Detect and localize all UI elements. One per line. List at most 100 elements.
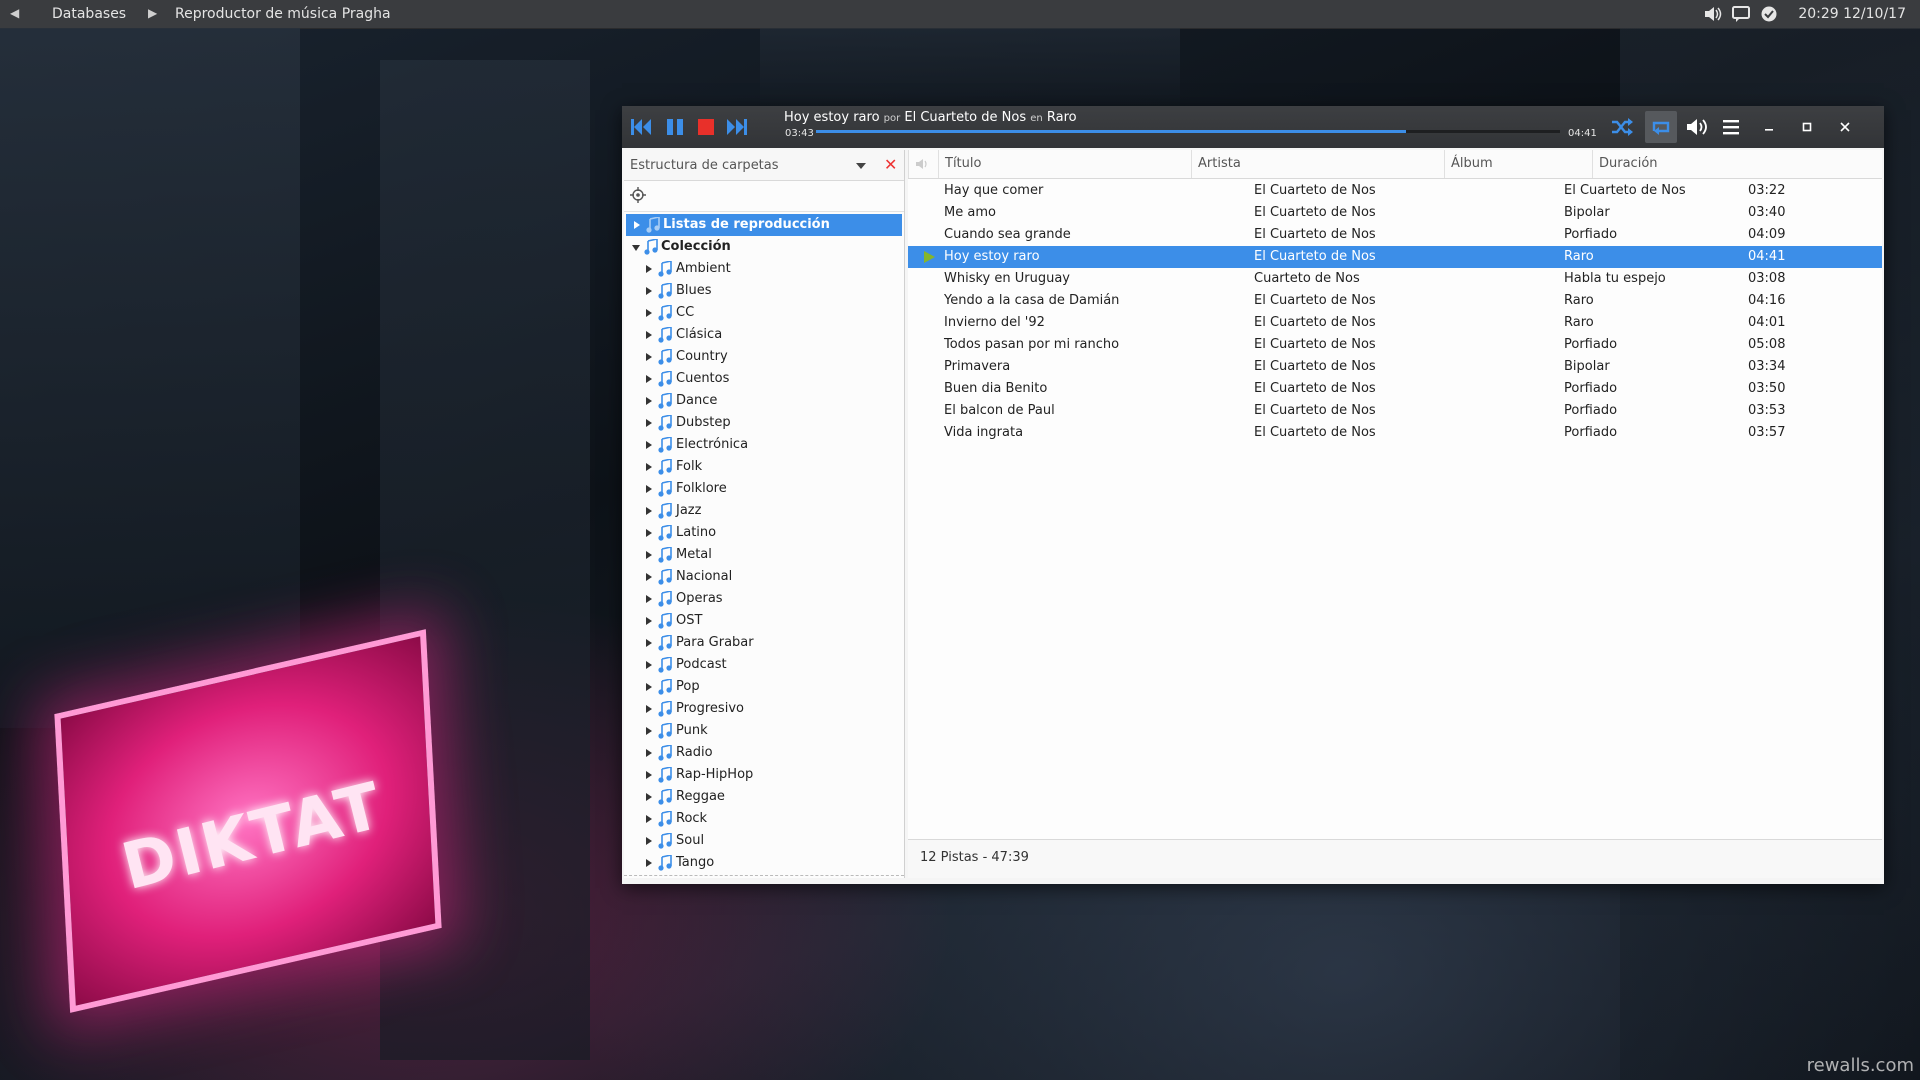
maximize-button[interactable] [1794, 115, 1820, 139]
table-row[interactable]: Vida ingrata El Cuarteto de Nos Porfiado 03… [908, 422, 1882, 444]
table-row[interactable]: Buen dia Benito El Cuarteto de Nos Porfiad… [908, 378, 1882, 400]
view-selector[interactable]: Estructura de carpetas [630, 158, 779, 173]
expand-arrow-icon[interactable] [646, 331, 652, 339]
expand-arrow-icon[interactable] [646, 353, 652, 361]
tree-item-folder[interactable]: Clásica [624, 324, 904, 346]
tree-item-folder[interactable]: Jazz [624, 500, 904, 522]
tree-item-folder[interactable]: Dubstep [624, 412, 904, 434]
tree-item-collection[interactable]: Colección [624, 236, 904, 258]
expand-arrow-icon[interactable] [646, 661, 652, 669]
tree-item-folder[interactable]: Tango [624, 852, 904, 874]
expand-arrow-icon[interactable] [646, 551, 652, 559]
tree-item-folder[interactable]: Rap-HipHop [624, 764, 904, 786]
table-row[interactable]: Invierno del '92 El Cuarteto de Nos Raro 04… [908, 312, 1882, 334]
tree-item-folder[interactable]: CC [624, 302, 904, 324]
table-row[interactable]: Primavera El Cuarteto de Nos Bipolar 03:34 [908, 356, 1882, 378]
expand-arrow-icon[interactable] [646, 375, 652, 383]
volume-button[interactable] [1684, 115, 1710, 139]
tree-item-folder[interactable]: Dance [624, 390, 904, 412]
table-row[interactable]: El balcon de Paul El Cuarteto de Nos Porfi… [908, 400, 1882, 422]
stop-button[interactable] [693, 115, 719, 139]
expand-arrow-icon[interactable] [646, 859, 652, 867]
tree-item-folder[interactable]: Rock [624, 808, 904, 830]
panel-back-arrow-icon[interactable]: ◀ [10, 6, 19, 20]
tree-item-folder[interactable]: Country [624, 346, 904, 368]
next-button[interactable] [724, 115, 750, 139]
expand-arrow-icon[interactable] [646, 265, 652, 273]
expand-arrow-icon[interactable] [646, 595, 652, 603]
active-window-title[interactable]: Reproductor de música Pragha [175, 6, 391, 22]
tree-item-folder[interactable]: Para Grabar [624, 632, 904, 654]
expand-arrow-icon[interactable] [646, 727, 652, 735]
locate-icon[interactable] [630, 187, 646, 207]
close-sidebar-icon[interactable]: ✕ [884, 155, 897, 174]
column-title[interactable]: Título [938, 150, 1191, 178]
expand-arrow-icon[interactable] [646, 463, 652, 471]
expand-arrow-icon[interactable] [646, 287, 652, 295]
tree-item-folder[interactable]: Cuentos [624, 368, 904, 390]
shuffle-button[interactable] [1609, 115, 1635, 139]
chevron-down-icon[interactable] [856, 159, 866, 174]
tree-item-folder[interactable]: Folklore [624, 478, 904, 500]
repeat-toggle[interactable] [1648, 115, 1674, 139]
progress-bar[interactable] [816, 130, 1560, 133]
table-row[interactable]: Whisky en Uruguay Cuarteto de Nos Habla tu… [908, 268, 1882, 290]
tray-check-icon[interactable] [1760, 5, 1778, 23]
prev-button[interactable] [628, 115, 654, 139]
tree-item-folder[interactable]: Reggae [624, 786, 904, 808]
expand-arrow-icon[interactable] [646, 705, 652, 713]
tree-item-folder[interactable]: Soul [624, 830, 904, 852]
table-row[interactable]: Cuando sea grande El Cuarteto de Nos Porfi… [908, 224, 1882, 246]
tree-item-folder[interactable]: Pop [624, 676, 904, 698]
tray-volume-icon[interactable] [1704, 5, 1722, 23]
expand-arrow-icon[interactable] [646, 749, 652, 757]
tray-chat-icon[interactable] [1732, 5, 1751, 23]
tree-item-folder[interactable]: Podcast [624, 654, 904, 676]
panel-forward-arrow-icon[interactable]: ▶ [148, 6, 157, 20]
table-row[interactable]: Me amo El Cuarteto de Nos Bipolar 03:40 [908, 202, 1882, 224]
column-duration[interactable]: Duración [1592, 150, 1882, 178]
tree-item-folder[interactable]: Punk [624, 720, 904, 742]
tree-item-folder[interactable]: Blues [624, 280, 904, 302]
column-status[interactable] [908, 150, 938, 178]
expand-arrow-icon[interactable] [646, 441, 652, 449]
table-row-playing[interactable]: Hoy estoy raro El Cuarteto de Nos Raro 04:4… [908, 246, 1882, 268]
expand-arrow-icon[interactable] [646, 639, 652, 647]
column-artist[interactable]: Artista [1191, 150, 1444, 178]
tree-item-folder[interactable]: Latino [624, 522, 904, 544]
databases-menu[interactable]: Databases [52, 6, 126, 22]
expand-arrow-icon[interactable] [646, 837, 652, 845]
tree-item-folder[interactable]: Ambient [624, 258, 904, 280]
expand-arrow-icon[interactable] [646, 485, 652, 493]
expand-arrow-icon[interactable] [646, 617, 652, 625]
tree-item-folder[interactable]: Progresivo [624, 698, 904, 720]
tree-item-folder[interactable]: OST [624, 610, 904, 632]
expand-arrow-icon[interactable] [646, 683, 652, 691]
tree-item-folder[interactable]: Radio [624, 742, 904, 764]
table-row[interactable]: Hay que comer El Cuarteto de Nos El Cuarte… [908, 180, 1882, 202]
expand-arrow-icon[interactable] [646, 397, 652, 405]
pause-button[interactable] [662, 115, 688, 139]
expand-arrow-icon[interactable] [646, 309, 652, 317]
expand-arrow-icon[interactable] [646, 419, 652, 427]
close-button[interactable] [1832, 115, 1858, 139]
clock[interactable]: 20:29 12/10/17 [1798, 6, 1906, 22]
minimize-button[interactable] [1756, 115, 1782, 139]
expand-arrow-icon[interactable] [646, 815, 652, 823]
tree-item-playlists[interactable]: Listas de reproducción [626, 214, 902, 236]
tree-item-folder[interactable]: Metal [624, 544, 904, 566]
collapse-arrow-icon[interactable] [632, 245, 640, 251]
menu-button[interactable] [1718, 115, 1744, 139]
tree-item-folder[interactable]: Electrónica [624, 434, 904, 456]
tree-item-folder[interactable]: Nacional [624, 566, 904, 588]
tree-item-folder[interactable]: Folk [624, 456, 904, 478]
column-album[interactable]: Álbum [1444, 150, 1592, 178]
expand-arrow-icon[interactable] [646, 793, 652, 801]
expand-arrow-icon[interactable] [634, 221, 640, 229]
table-row[interactable]: Yendo a la casa de Damián El Cuarteto de … [908, 290, 1882, 312]
expand-arrow-icon[interactable] [646, 507, 652, 515]
table-row[interactable]: Todos pasan por mi rancho El Cuarteto de … [908, 334, 1882, 356]
expand-arrow-icon[interactable] [646, 529, 652, 537]
expand-arrow-icon[interactable] [646, 771, 652, 779]
expand-arrow-icon[interactable] [646, 573, 652, 581]
